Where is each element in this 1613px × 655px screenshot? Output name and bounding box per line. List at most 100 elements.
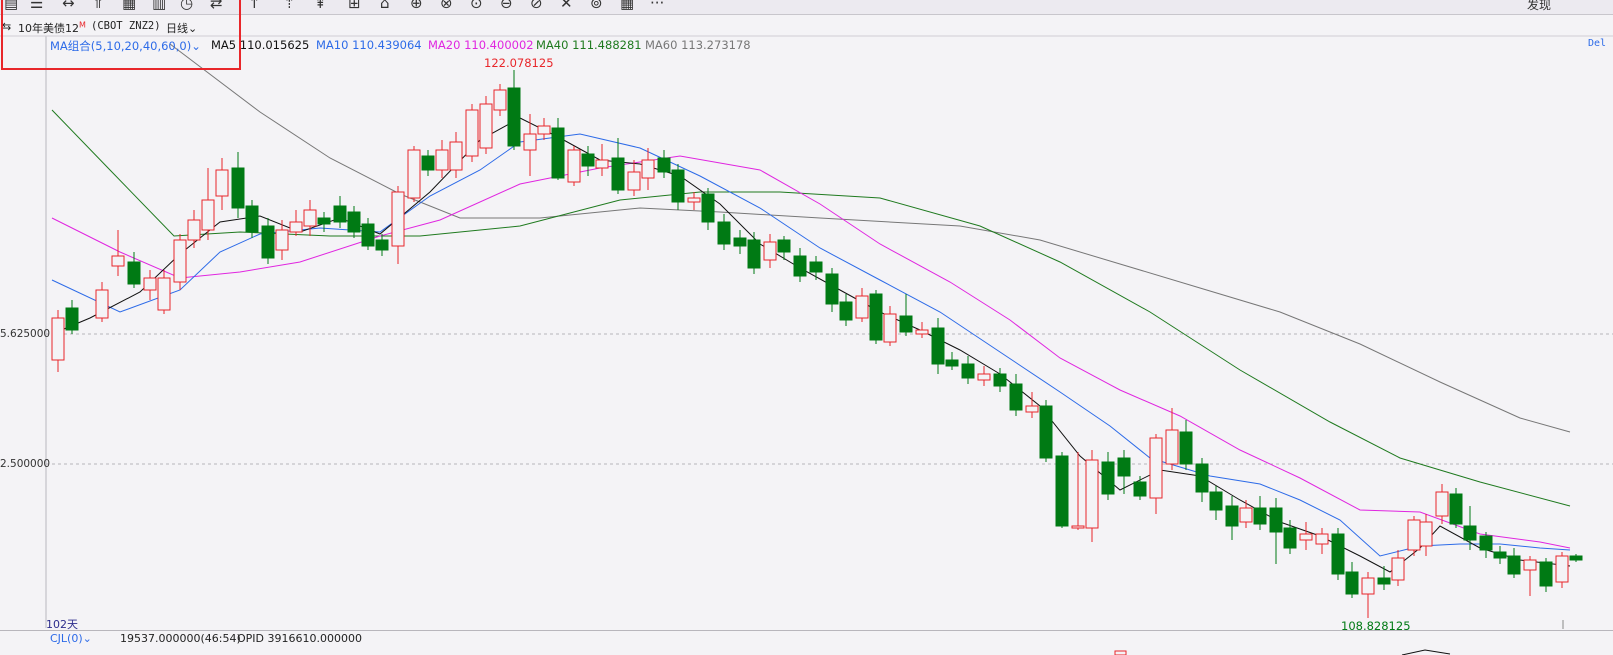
candle-body[interactable] [1569,555,1583,561]
candle-body[interactable] [275,229,289,251]
candle-body[interactable] [1253,507,1267,525]
candle-body[interactable] [747,239,761,269]
candle-body[interactable] [1391,557,1405,581]
candle-body[interactable] [1009,383,1023,411]
candle-body[interactable] [127,261,141,285]
candle-body[interactable] [717,221,731,245]
candle-body[interactable] [245,205,259,233]
candle-body[interactable] [143,277,157,291]
candle-body[interactable] [1071,525,1085,529]
candle-body[interactable] [51,317,65,361]
candle-body[interactable] [449,141,463,171]
candle-body[interactable] [1377,577,1391,585]
candle-body[interactable] [1269,507,1283,533]
candle-body[interactable] [347,211,361,233]
candle-body[interactable] [671,169,685,203]
candle-body[interactable] [1133,481,1147,497]
candle-body[interactable] [641,159,655,179]
candle-body[interactable] [261,225,275,259]
candle-body[interactable] [173,239,187,283]
candle-body[interactable] [333,205,347,223]
candle-body[interactable] [1435,491,1449,517]
candle-body[interactable] [65,307,79,331]
candle-body[interactable] [595,159,609,169]
candle-body[interactable] [1299,533,1313,541]
candle-body[interactable] [611,157,625,191]
candle-body[interactable] [391,191,405,247]
candle-body[interactable] [687,197,701,203]
candle-body[interactable] [95,289,109,319]
candle-body[interactable] [303,209,317,227]
delete-tag[interactable]: Del [1588,38,1606,49]
candle-body[interactable] [317,217,331,225]
candle-body[interactable] [507,87,521,147]
candle-body[interactable] [825,273,839,305]
candle-body[interactable] [1479,535,1493,551]
candle-body[interactable] [567,149,581,183]
candle-body[interactable] [1493,551,1507,559]
candle-body[interactable] [523,133,537,151]
candle-body[interactable] [493,89,507,111]
candle-body[interactable] [855,295,869,319]
candle-body[interactable] [1331,533,1345,575]
candle-body[interactable] [1419,521,1433,547]
candlestick-chart[interactable] [0,0,1613,655]
candle-body[interactable] [1283,527,1297,549]
candle-body[interactable] [231,167,245,209]
candle-body[interactable] [421,155,435,171]
candle-body[interactable] [1361,577,1375,595]
candle-body[interactable] [701,193,715,223]
candle-body[interactable] [537,125,551,135]
candle-body[interactable] [915,329,929,335]
candle-body[interactable] [375,239,389,251]
candle-body[interactable] [1523,559,1537,571]
candle-body[interactable] [479,103,493,149]
candle-body[interactable] [777,239,791,253]
candle-body[interactable] [407,149,421,199]
candle-body[interactable] [289,221,303,233]
candle-body[interactable] [1101,461,1115,495]
candle-body[interactable] [1117,457,1131,477]
candle-body[interactable] [215,169,229,197]
candle-body[interactable] [945,359,959,367]
candle-body[interactable] [839,301,853,321]
candle-body[interactable] [1055,455,1069,527]
candle-body[interactable] [733,237,747,247]
candle-body[interactable] [1449,493,1463,525]
candle-body[interactable] [1345,571,1359,595]
candle-body[interactable] [1025,405,1039,413]
candle-body[interactable] [1539,561,1553,587]
candle-body[interactable] [551,127,565,179]
candle-body[interactable] [1039,405,1053,459]
candle-body[interactable] [977,373,991,381]
candle-body[interactable] [1179,431,1193,465]
candle-body[interactable] [809,261,823,273]
candle-body[interactable] [899,315,913,333]
candle-body[interactable] [869,293,883,341]
candle-body[interactable] [1195,463,1209,493]
candle-body[interactable] [465,109,479,157]
candle-body[interactable] [1507,555,1521,575]
candle-body[interactable] [201,199,215,231]
candle-body[interactable] [883,313,897,343]
candle-body[interactable] [1165,429,1179,465]
candle-body[interactable] [1209,491,1223,511]
candle-body[interactable] [657,157,671,173]
candle-body[interactable] [111,255,125,267]
candle-body[interactable] [763,241,777,261]
candle-body[interactable] [627,171,641,191]
candle-body[interactable] [993,373,1007,387]
candle-body[interactable] [1407,519,1421,551]
candle-body[interactable] [581,153,595,167]
candle-body[interactable] [793,255,807,277]
candle-body[interactable] [187,219,201,241]
candle-body[interactable] [435,149,449,171]
candle-body[interactable] [361,223,375,247]
candle-body[interactable] [1085,459,1099,529]
candle-body[interactable] [1555,555,1569,583]
candle-body[interactable] [1315,533,1329,545]
candle-body[interactable] [157,277,171,311]
candle-body[interactable] [961,363,975,379]
candle-body[interactable] [1225,505,1239,527]
candle-body[interactable] [1463,525,1477,541]
